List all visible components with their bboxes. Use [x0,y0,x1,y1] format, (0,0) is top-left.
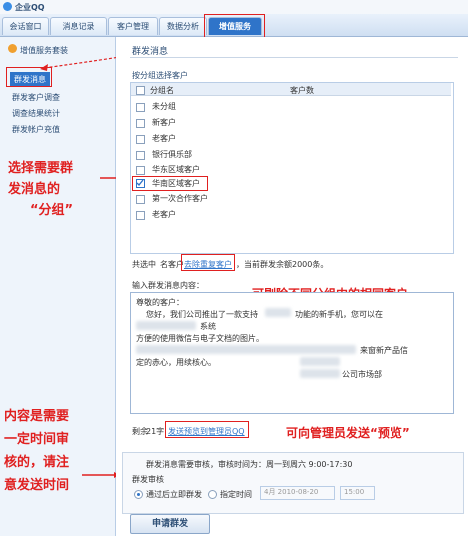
group-select-label: 按分组选择客户 [132,71,188,80]
message-line: 尊敬的客户： [136,298,184,307]
group-name: 老客户 [152,210,176,219]
group-checkbox[interactable] [136,195,145,204]
annotation-review-line: 意发送时间 [4,478,70,493]
group-name: 华南区域客户 [152,179,200,188]
chars-left-value: 21字 [146,427,165,436]
redacted-text [300,357,340,366]
group-checkbox[interactable] [136,211,145,220]
group-name: 老客户 [152,134,176,143]
annotation-select-group-line: 发消息的 [8,182,61,197]
radio-scheduled[interactable] [208,490,217,499]
group-checkbox[interactable] [136,151,145,160]
redacted-text [300,369,340,378]
redacted-text [136,321,196,330]
radio-immediate[interactable] [134,490,143,499]
annotation-select-group: 选择需要群 发消息的 “分组” [8,158,73,221]
group-name: 银行俱乐部 [152,150,192,159]
column-customer-count: 客户数 [290,86,314,95]
title-divider [130,57,458,58]
selected-prefix: 共选中 [132,260,156,269]
message-line: 来窗新产品信 [360,346,408,355]
page-title: 群发消息 [132,47,169,57]
group-name: 未分组 [152,102,176,111]
annotation-review-time: 内容是需要 一定时间审 核的，请注 意发送时间 [4,405,69,497]
annotation-select-group-line: 选择需要群 [8,161,74,176]
annotation-review-line: 一定时间审 [4,432,70,447]
group-checkbox[interactable] [136,166,145,175]
message-line: 方便的使用微信与电子文档的图片。 [136,334,264,343]
group-name: 第一次合作客户 [152,194,208,203]
annotation-review-line: 内容是需要 [4,409,70,424]
highlight-preview-box [165,421,249,438]
annotation-review-line: 核的，请注 [4,455,70,470]
submit-button[interactable]: 申请群发 [130,514,210,534]
group-checkbox[interactable] [136,135,145,144]
redacted-text [265,308,291,317]
message-line: 系统 [200,322,216,331]
time-field[interactable]: 15:00 [340,486,375,500]
highlight-remove-dup-box [181,254,235,271]
redacted-text [136,345,356,354]
group-checkbox[interactable] [136,119,145,128]
review-notice: 群发消息需要审核，审核时间为：周一到周六 9:00-17:30 [146,460,353,469]
radio-immediate-label: 通过后立即群发 [146,490,202,499]
radio-scheduled-label: 指定时间 [220,490,252,499]
group-checkbox[interactable] [136,103,145,112]
group-name: 新客户 [152,118,176,127]
message-line: 您好，我们公司推出了一款支持 [146,310,258,319]
review-label: 群发审核 [132,475,164,484]
content-label: 输入群发消息内容： [132,281,204,290]
column-group-name: 分组名 [150,86,174,95]
remaining-balance-text: ，当前群发余额2000条。 [236,260,329,269]
group-checkbox-checked[interactable] [136,179,145,188]
select-all-checkbox[interactable] [136,86,145,95]
group-name: 华东区域客户 [152,165,200,174]
annotation-preview: 可向管理员发送“预览” [286,426,410,440]
message-line: 功能的新手机，您可以在 [295,310,383,319]
message-line: 定的赤心，用续核心。 [136,358,216,367]
date-field[interactable]: 4月 2010-08-20 [260,486,335,500]
check-icon [136,179,144,187]
annotation-select-group-line: “分组” [30,203,74,218]
message-signature: 公司市场部 [342,370,382,379]
